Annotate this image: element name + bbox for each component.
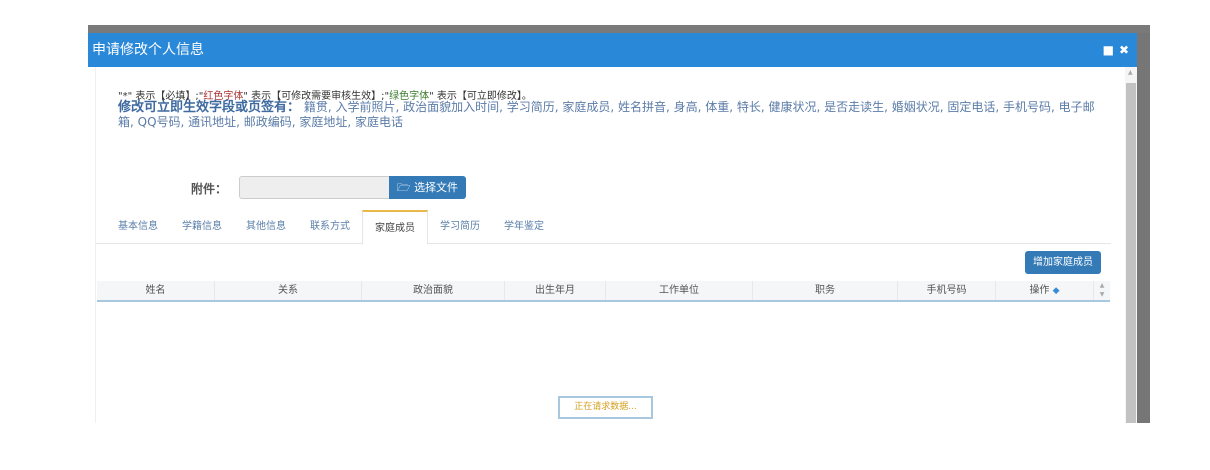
attachment-input[interactable] xyxy=(239,176,390,199)
fields-label: 修改可立即生效字段或页签有： xyxy=(118,100,301,115)
tab-annual-review[interactable]: 学年鉴定 xyxy=(492,210,556,243)
tab-contact[interactable]: 联系方式 xyxy=(298,210,362,243)
maximize-icon[interactable]: ■ xyxy=(1103,33,1114,67)
tab-basic-info[interactable]: 基本信息 xyxy=(106,210,170,243)
tab-other-info[interactable]: 其他信息 xyxy=(234,210,298,243)
instant-fields: 修改可立即生效字段或页签有： 籍贯, 入学前照片, 政治面貌加入时间, 学习简历… xyxy=(118,100,1108,130)
scrollbar-thumb[interactable] xyxy=(1126,83,1136,423)
add-family-member-button[interactable]: 增加家庭成员 xyxy=(1025,251,1101,274)
col-relation[interactable]: 关系 xyxy=(215,281,362,300)
close-icon[interactable]: ✖ xyxy=(1119,33,1129,67)
tab-enrollment-info[interactable]: 学籍信息 xyxy=(170,210,234,243)
scroll-up-icon[interactable]: ▲ xyxy=(1128,69,1133,76)
tab-bar: 基本信息 学籍信息 其他信息 联系方式 家庭成员 学习简历 学年鉴定 xyxy=(96,210,1111,245)
col-employer[interactable]: 工作单位 xyxy=(606,281,753,300)
col-political-status[interactable]: 政治面貌 xyxy=(362,281,505,300)
attachment-label: 附件： xyxy=(191,182,228,196)
col-name[interactable]: 姓名 xyxy=(97,281,215,300)
choose-file-button[interactable]: 🗁 选择文件 xyxy=(389,176,466,199)
folder-open-icon: 🗁 xyxy=(396,181,411,194)
dialog-title: 申请修改个人信息 xyxy=(92,42,204,58)
table-scroll-arrows[interactable]: ▲ ▼ xyxy=(1094,281,1110,300)
loading-indicator: 正在请求数据... xyxy=(558,396,653,419)
choose-file-label: 选择文件 xyxy=(414,181,459,194)
table-header: 姓名 关系 政治面貌 出生年月 工作单位 职务 手机号码 操作 ◆ ▲ ▼ xyxy=(97,281,1110,302)
tab-study-history[interactable]: 学习简历 xyxy=(428,210,492,243)
col-actions-label: 操作 xyxy=(1029,285,1050,296)
col-birth-date[interactable]: 出生年月 xyxy=(505,281,606,300)
edit-info-dialog: 申请修改个人信息 ■ ✖ "*" 表示【必填】;"红色字体" 表示【可修改需要审… xyxy=(88,33,1137,423)
col-actions[interactable]: 操作 ◆ xyxy=(996,281,1094,300)
dialog-header: 申请修改个人信息 ■ ✖ xyxy=(88,33,1137,67)
sort-icon[interactable]: ◆ xyxy=(1053,286,1060,296)
col-position[interactable]: 职务 xyxy=(753,281,898,300)
col-phone[interactable]: 手机号码 xyxy=(898,281,996,300)
scrollbar[interactable]: ▲ xyxy=(1125,67,1137,423)
tab-family-members[interactable]: 家庭成员 xyxy=(362,210,428,245)
backdrop-edge xyxy=(1137,33,1150,423)
dialog-body: "*" 表示【必填】;"红色字体" 表示【可修改需要审核生效】;"绿色字体" 表… xyxy=(95,67,1125,423)
